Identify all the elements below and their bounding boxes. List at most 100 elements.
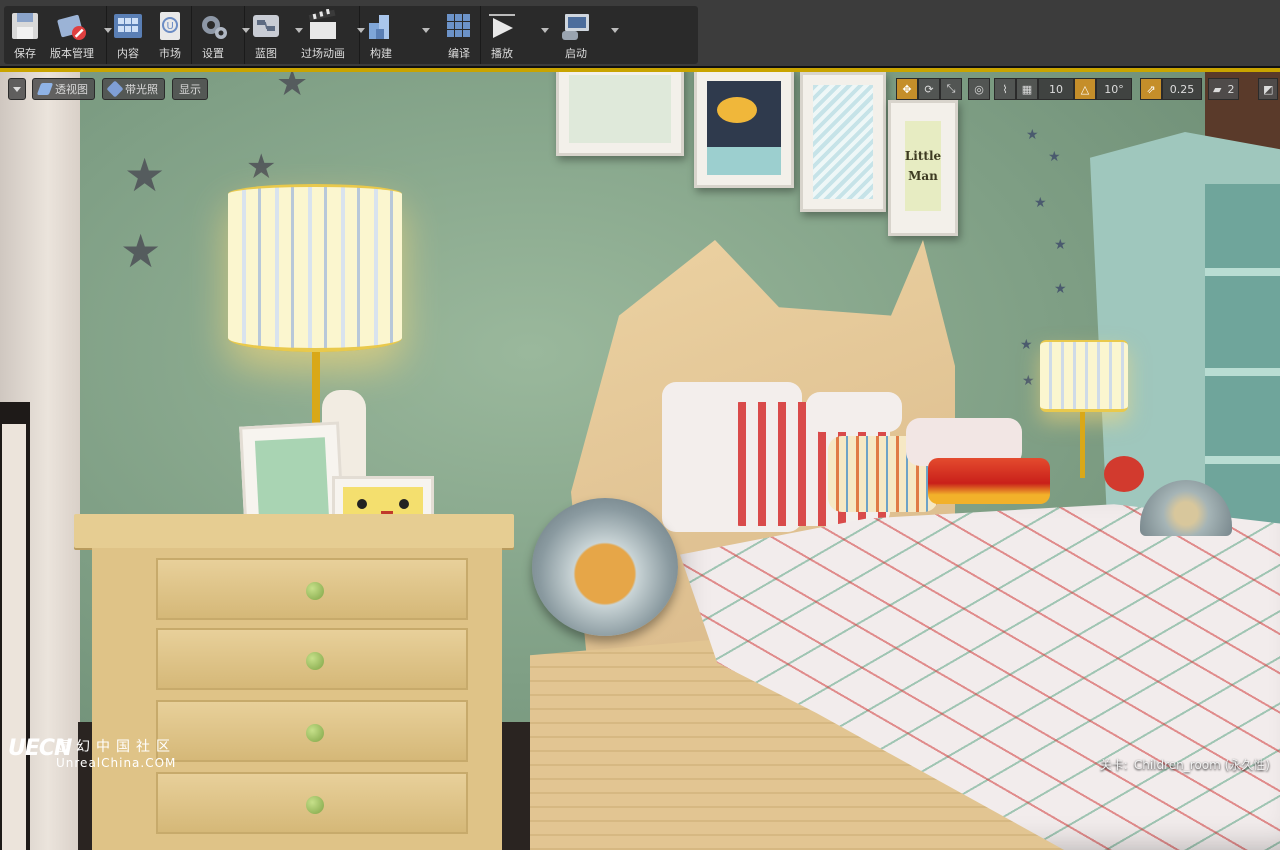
alarm-clock — [1104, 456, 1144, 492]
scene-shelf-board — [1205, 268, 1280, 276]
camera-speed-group: ▰ 2 — [1208, 78, 1240, 100]
lit-mode-button[interactable]: 带光照 — [102, 78, 165, 100]
maximize-viewport-group: ◩ — [1258, 78, 1279, 100]
launch-dropdown-icon[interactable] — [611, 28, 619, 33]
wall-frame-chevron — [800, 72, 886, 212]
angle-icon: △ — [1080, 82, 1090, 96]
scale-snap-group: ⇗ 0.25 — [1140, 78, 1202, 100]
show-flags-button[interactable]: 显示 — [172, 78, 208, 100]
rotate-mode-button[interactable]: ⟳ — [918, 78, 940, 100]
cinematics-icon — [306, 8, 340, 43]
wall-star-icon: ★ — [1054, 281, 1067, 297]
maximize-viewport-button[interactable]: ◩ — [1258, 78, 1279, 100]
wall-star-icon: ★ — [120, 224, 162, 278]
surface-snap-button[interactable]: ⌇ — [994, 78, 1016, 100]
source-control-icon — [55, 9, 89, 43]
wall-frame — [556, 72, 684, 156]
nightstand-top — [74, 514, 514, 548]
scale-snap-value[interactable]: 0.25 — [1162, 78, 1202, 100]
scale-mode-button[interactable]: ⤡ — [940, 78, 962, 100]
scene-shelf-board — [1205, 368, 1280, 376]
wall-frame-whale — [694, 72, 794, 188]
little-man-text: Little Man — [905, 121, 941, 211]
rotation-snap-toggle[interactable]: △ — [1074, 78, 1096, 100]
save-label: 保存 — [14, 47, 36, 60]
nightstand-drawer — [156, 628, 468, 690]
launch-icon — [559, 9, 593, 43]
cinematics-button[interactable]: 过场动画 — [297, 6, 365, 64]
perspective-label: 透视图 — [55, 83, 88, 96]
wall-star-icon: ★ — [1054, 237, 1067, 253]
camera-speed-value: 2 — [1227, 82, 1235, 96]
show-flags-label: 显示 — [179, 83, 201, 96]
wall-star-icon: ★ — [1026, 127, 1039, 143]
level-name: Children_room (永久性) — [1133, 758, 1270, 772]
play-button[interactable]: 播放 — [481, 6, 555, 64]
globe-icon: ◎ — [974, 82, 984, 96]
settings-button[interactable]: 设置 — [192, 6, 250, 64]
grid-snap-value[interactable]: 10 — [1038, 78, 1074, 100]
wall-star-icon: ★ — [124, 148, 166, 202]
build-button[interactable]: 构建 — [360, 6, 438, 64]
table-lamp-far-stem — [1080, 412, 1085, 478]
build-dropdown-icon[interactable] — [422, 28, 430, 33]
bed-pillow — [806, 392, 902, 432]
launch-label: 启动 — [565, 47, 587, 60]
nightstand-drawer — [156, 558, 468, 620]
lit-mode-label: 带光照 — [125, 83, 158, 96]
blueprints-label: 蓝图 — [255, 47, 277, 60]
world-space-button[interactable]: ◎ — [968, 78, 990, 100]
watermark-cn-text: 虚幻中国社区 — [56, 739, 176, 755]
viewport-options-button[interactable] — [8, 78, 26, 100]
marketplace-icon: U — [153, 9, 187, 43]
nightstand-drawer — [156, 772, 468, 834]
translate-mode-button[interactable]: ✥ — [896, 78, 918, 100]
rotation-snap-value[interactable]: 10° — [1096, 78, 1132, 100]
toolbar-group-build: 构建 编译 — [360, 6, 481, 64]
nightstand-drawer — [156, 700, 468, 762]
perspective-icon — [36, 83, 54, 95]
compile-icon — [442, 9, 476, 43]
toolbar-group-file: 保存 版本管理 — [4, 6, 112, 64]
maximize-icon: ◩ — [1263, 82, 1274, 96]
save-button[interactable]: 保存 — [4, 6, 46, 64]
glass-globe-lamp — [532, 498, 678, 636]
perspective-button[interactable]: 透视图 — [32, 78, 95, 100]
level-label: 关卡: — [1099, 758, 1128, 772]
marketplace-button[interactable]: U 市场 — [149, 6, 191, 64]
wall-star-icon: ★ — [1048, 149, 1061, 165]
drawer-knob-icon — [306, 582, 324, 600]
drawer-knob-icon — [306, 652, 324, 670]
content-label: 内容 — [117, 47, 139, 60]
wall-star-icon: ★ — [276, 72, 309, 104]
camera-icon: ▰ — [1213, 82, 1222, 96]
scale-icon: ⤡ — [946, 82, 956, 95]
blueprints-button[interactable]: 蓝图 — [245, 6, 303, 64]
source-control-button[interactable]: 版本管理 — [46, 6, 112, 64]
play-icon — [485, 9, 519, 43]
table-lamp-stem — [312, 352, 320, 432]
settings-icon — [196, 9, 230, 43]
grid-snap-toggle[interactable]: ▦ — [1016, 78, 1038, 100]
current-level-indicator: 关卡: Children_room (永久性) — [1100, 756, 1270, 773]
settings-label: 设置 — [202, 47, 224, 60]
chevron-down-icon — [13, 86, 21, 92]
play-dropdown-icon[interactable] — [541, 28, 549, 33]
toolbar-group-blueprints: 蓝图 过场动画 — [245, 6, 365, 64]
scale-snap-toggle[interactable]: ⇗ — [1140, 78, 1162, 100]
content-button[interactable]: 内容 — [107, 6, 149, 64]
level-viewport[interactable]: ★ ★ ★ ★ ★ ★ ★ ★ ★ ★ ★ Little Man 透视图 带光照… — [0, 72, 1280, 850]
bed-pillow — [928, 458, 1050, 504]
scene-door-panel — [2, 424, 26, 850]
toolbar-group-content: 内容 U 市场 — [107, 6, 192, 64]
rotate-icon: ⟳ — [924, 82, 934, 96]
launch-button[interactable]: 启动 — [555, 6, 623, 64]
move-arrows-icon: ✥ — [902, 82, 912, 96]
save-icon — [8, 9, 42, 43]
camera-speed-button[interactable]: ▰ 2 — [1208, 78, 1240, 100]
scene-bookshelf-inner — [1205, 184, 1280, 544]
main-toolbar: 保存 版本管理 内容 U 市场 设置 蓝图 过场动画 构建 编译 播放 启动 — [4, 6, 698, 64]
compile-button[interactable]: 编译 — [438, 6, 480, 64]
scene-shelf-board — [1205, 456, 1280, 464]
coordinate-space-group: ◎ — [968, 78, 990, 100]
